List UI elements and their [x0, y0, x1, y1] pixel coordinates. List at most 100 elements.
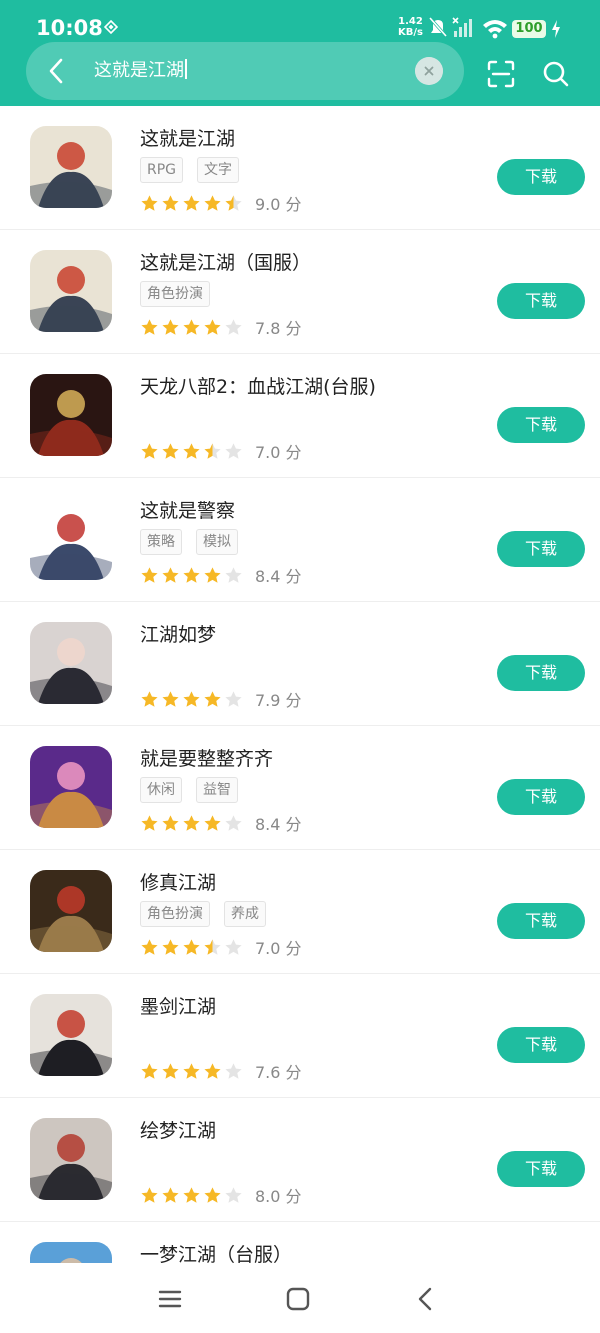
star-icon: [183, 194, 200, 211]
app-title[interactable]: 绘梦江湖: [140, 1116, 216, 1143]
star-icon: [162, 814, 179, 831]
result-item[interactable]: 就是要整整齐齐 休闲 益智 8.4 分 下载: [0, 726, 600, 850]
star-icon: [141, 442, 158, 459]
star-icon: [141, 938, 158, 955]
star-icon: [183, 318, 200, 335]
star-icon: [204, 318, 221, 335]
search-bar[interactable]: [26, 42, 464, 100]
app-title[interactable]: 这就是江湖（国服）: [140, 248, 311, 275]
tag-chip: 养成: [224, 901, 266, 927]
app-notification-icon: [104, 20, 118, 34]
app-tags: 角色扮演: [140, 281, 224, 307]
download-button[interactable]: 下载: [497, 407, 585, 443]
result-item[interactable]: 一梦江湖（台服）: [0, 1222, 600, 1263]
menu-icon[interactable]: [156, 1285, 184, 1313]
star-icon: [225, 442, 242, 459]
result-item[interactable]: 这就是江湖（国服） 角色扮演 7.8 分 下载: [0, 230, 600, 354]
tag-chip: 角色扮演: [140, 901, 210, 927]
app-title[interactable]: 这就是江湖: [140, 124, 235, 151]
tag-chip: 益智: [196, 777, 238, 803]
system-nav-bar: [0, 1263, 600, 1333]
app-title[interactable]: 修真江湖: [140, 868, 216, 895]
app-title[interactable]: 就是要整整齐齐: [140, 744, 273, 771]
rating-score: 7.9 分: [255, 691, 302, 710]
download-button[interactable]: 下载: [497, 655, 585, 691]
rating-score: 9.0 分: [255, 195, 302, 214]
app-icon[interactable]: [30, 870, 112, 952]
star-icon: [183, 566, 200, 583]
mute-icon: [428, 17, 448, 37]
star-icon: [225, 690, 242, 707]
star-icon: [183, 442, 200, 459]
download-button[interactable]: 下载: [497, 1027, 585, 1063]
result-item[interactable]: 墨剑江湖 7.6 分 下载: [0, 974, 600, 1098]
result-item[interactable]: 修真江湖 角色扮演 养成 7.0 分 下载: [0, 850, 600, 974]
star-icon: [162, 566, 179, 583]
star-icon: [225, 1062, 242, 1079]
download-button[interactable]: 下载: [497, 283, 585, 319]
app-icon[interactable]: [30, 746, 112, 828]
home-square-icon[interactable]: [284, 1285, 312, 1313]
star-icon: [141, 1186, 158, 1203]
download-button[interactable]: 下载: [497, 531, 585, 567]
star-icon: [204, 1186, 221, 1203]
app-icon[interactable]: [30, 374, 112, 456]
star-icon: [225, 938, 242, 955]
app-icon[interactable]: [30, 250, 112, 332]
star-icon: [141, 690, 158, 707]
download-button[interactable]: 下载: [497, 779, 585, 815]
search-result-list[interactable]: 这就是江湖 RPG 文字 9.0 分下载 这就是江湖（国服） 角色扮演 7.8 分下载 天龙八…: [0, 106, 600, 1263]
rating: 7.0 分: [140, 440, 302, 462]
app-icon[interactable]: [30, 1242, 112, 1263]
app-icon[interactable]: [30, 994, 112, 1076]
star-icon: [183, 690, 200, 707]
search-input[interactable]: 这就是江湖: [94, 58, 187, 84]
result-item[interactable]: 天龙八部2：血战江湖(台服) 7.0 分 下载: [0, 354, 600, 478]
rating-score: 8.4 分: [255, 567, 302, 586]
app-title[interactable]: 天龙八部2：血战江湖(台服): [140, 372, 376, 399]
result-item[interactable]: 这就是警察策略 模拟 8.4 分 下载: [0, 478, 600, 602]
rating: 8.4 分: [140, 812, 302, 834]
star-icon: [162, 1062, 179, 1079]
search-icon[interactable]: [542, 60, 570, 88]
result-item[interactable]: 这就是江湖 RPG 文字 9.0 分 下载: [0, 106, 600, 230]
star-icon: [141, 1062, 158, 1079]
app-title[interactable]: 江湖如梦: [140, 620, 216, 647]
rating-score: 7.6 分: [255, 1063, 302, 1082]
result-item[interactable]: 江湖如梦 7.9 分 下载: [0, 602, 600, 726]
tag-chip: 休闲: [140, 777, 182, 803]
app-icon[interactable]: [30, 1118, 112, 1200]
network-speed: 1.42 KB/s: [398, 16, 423, 38]
chevron-left-icon[interactable]: [44, 56, 70, 86]
status-time: 10:08: [36, 16, 103, 40]
app-title[interactable]: 一梦江湖（台服）: [140, 1240, 292, 1263]
app-tags: 策略 模拟: [140, 529, 252, 555]
app-icon[interactable]: [30, 126, 112, 208]
tag-chip: 文字: [197, 157, 240, 183]
app-tags: 角色扮演 养成: [140, 901, 280, 927]
result-item[interactable]: 绘梦江湖 8.0 分 下载: [0, 1098, 600, 1222]
close-icon[interactable]: [415, 57, 443, 85]
rating: 7.8 分: [140, 316, 302, 338]
app-tags: 休闲 益智: [140, 777, 252, 803]
app-title[interactable]: 墨剑江湖: [140, 992, 216, 1019]
back-icon[interactable]: [412, 1285, 440, 1313]
star-icon: [162, 690, 179, 707]
app-title[interactable]: 这就是警察: [140, 496, 235, 523]
status-icons: [428, 17, 507, 39]
star-icon: [162, 442, 179, 459]
star-icon: [162, 1186, 179, 1203]
star-icon: [183, 938, 200, 955]
scan-icon[interactable]: [487, 60, 515, 88]
tag-chip: RPG: [140, 157, 184, 183]
app-icon[interactable]: [30, 622, 112, 704]
star-icon: [204, 814, 221, 831]
star-icon: [141, 814, 158, 831]
star-icon: [162, 318, 179, 335]
download-button[interactable]: 下载: [497, 159, 585, 195]
star-icon: [225, 566, 242, 583]
app-icon[interactable]: [30, 498, 112, 580]
download-button[interactable]: 下载: [497, 1151, 585, 1187]
star-icon: [204, 566, 221, 583]
download-button[interactable]: 下载: [497, 903, 585, 939]
